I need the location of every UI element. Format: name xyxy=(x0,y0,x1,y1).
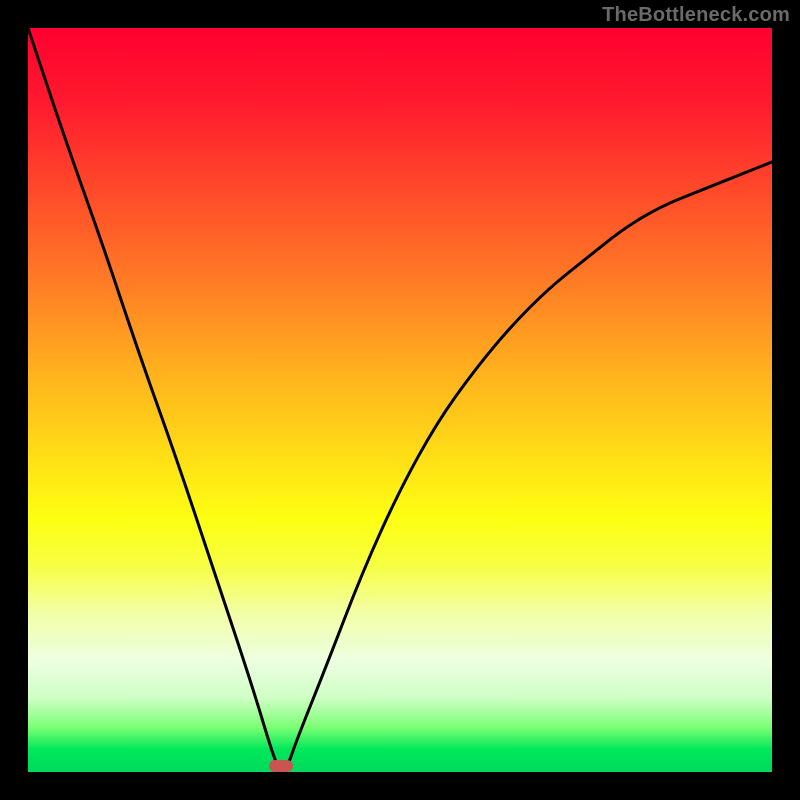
plot-area xyxy=(28,28,772,772)
bottleneck-curve xyxy=(28,28,772,770)
curve-svg xyxy=(28,28,772,772)
watermark-text: TheBottleneck.com xyxy=(602,4,790,27)
chart-frame: TheBottleneck.com xyxy=(0,0,800,800)
optimum-marker xyxy=(269,760,293,772)
